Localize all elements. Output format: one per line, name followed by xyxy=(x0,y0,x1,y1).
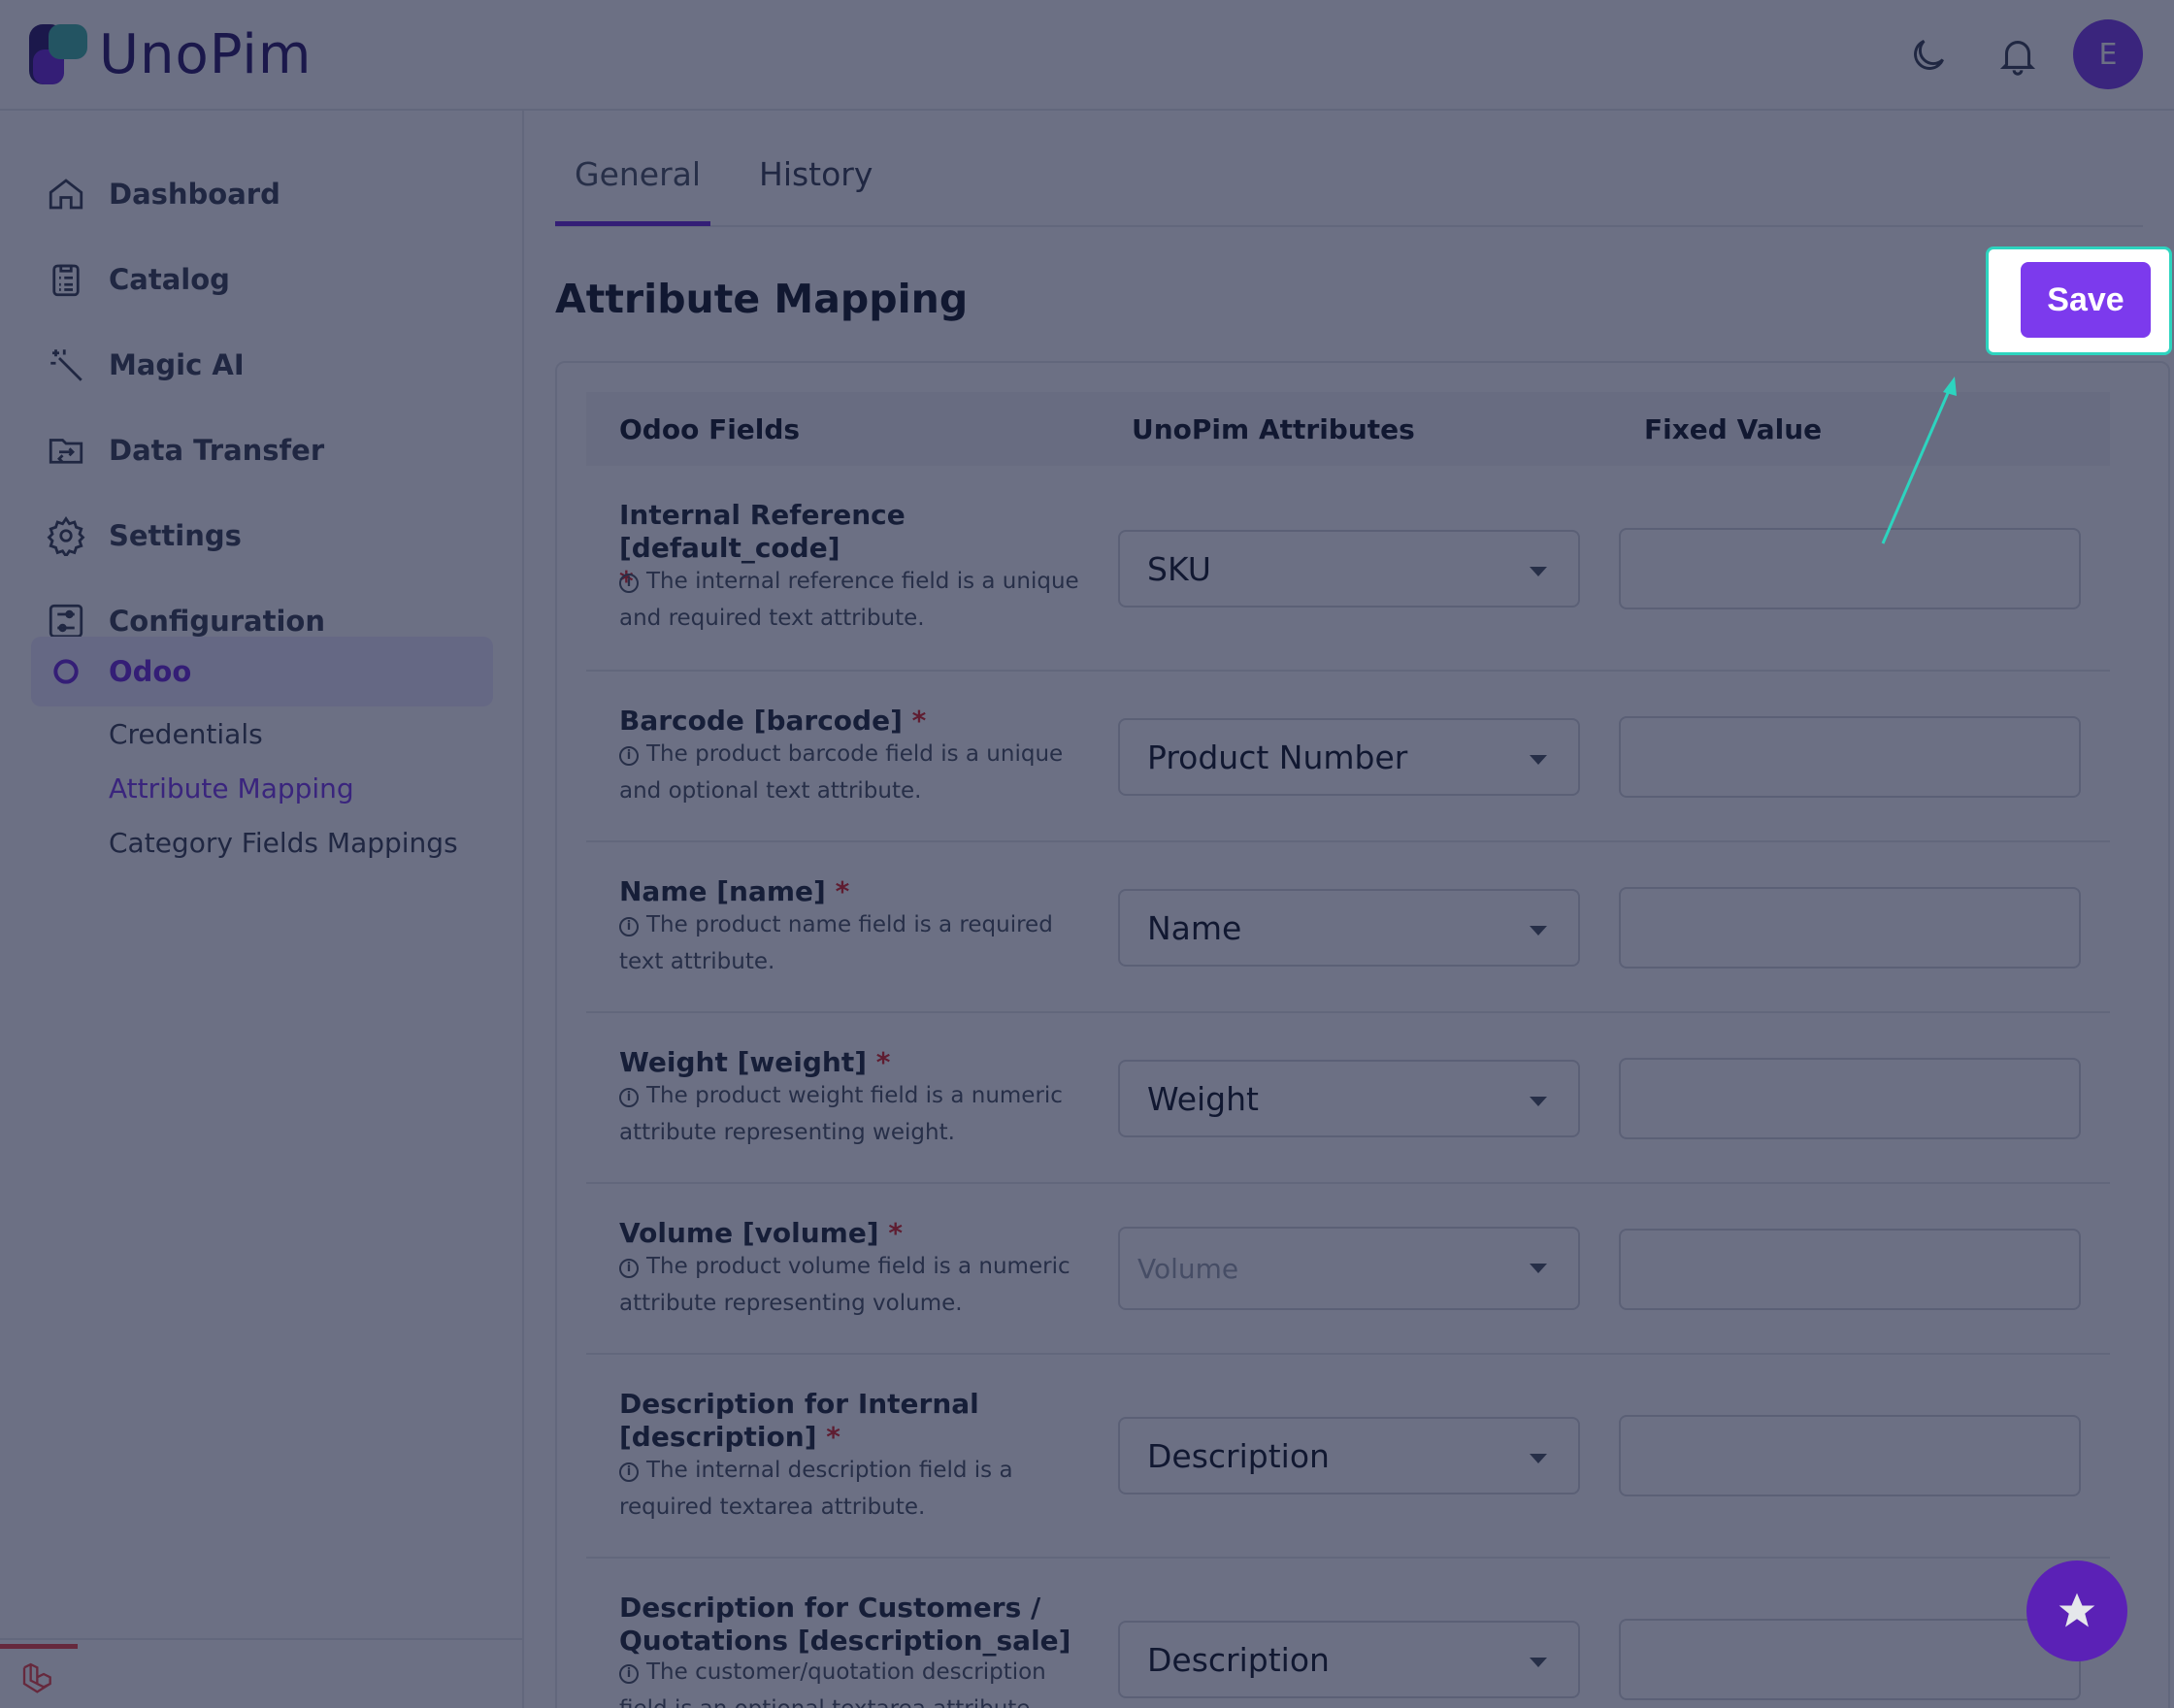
sidebar-item-data-transfer[interactable]: Data Transfer xyxy=(31,415,493,485)
chevron-down-icon xyxy=(1530,1097,1547,1106)
pointer-arrow-icon xyxy=(1881,377,1957,544)
star-icon xyxy=(2059,1593,2095,1627)
chevron-down-icon xyxy=(1530,1454,1547,1463)
header-odoo-fields: Odoo Fields xyxy=(619,413,801,445)
gear-icon xyxy=(43,512,89,559)
clipboard-icon xyxy=(43,256,89,303)
field-label: Volume [volume] * xyxy=(619,1217,904,1249)
fixed-value-input[interactable] xyxy=(1619,1058,2081,1139)
sidebar-subitem-attribute-mapping[interactable]: Attribute Mapping xyxy=(109,772,354,805)
save-button[interactable]: Save xyxy=(2021,262,2151,338)
info-icon: i xyxy=(619,1462,639,1482)
field-help: i The internal reference field is a uniqu… xyxy=(619,569,1079,631)
chevron-down-icon xyxy=(1530,1264,1547,1273)
field-help: i The product name field is a required te… xyxy=(619,912,1053,974)
chevron-down-icon xyxy=(1530,567,1547,576)
info-icon: i xyxy=(619,1259,639,1278)
logo-text: UnoPim xyxy=(99,23,313,86)
star-fab-button[interactable] xyxy=(2026,1560,2127,1661)
folder-transfer-icon xyxy=(43,427,89,474)
field-label: Name [name] * xyxy=(619,875,850,907)
sidebar-footer-divider xyxy=(0,1638,524,1640)
fixed-value-input[interactable] xyxy=(1619,1619,2081,1700)
user-avatar[interactable]: E xyxy=(2073,19,2143,89)
app-logo[interactable]: UnoPim xyxy=(29,23,312,86)
attribute-select[interactable]: Volume xyxy=(1118,1227,1580,1310)
active-tab-indicator xyxy=(555,221,710,226)
header-unopim-attributes: UnoPim Attributes xyxy=(1132,413,1415,445)
field-label: Description for Customers / Quotations [… xyxy=(619,1592,1071,1657)
bell-icon[interactable] xyxy=(1992,29,2044,82)
sidebar: Dashboard Catalog Magic AI Data Transfer… xyxy=(0,111,524,1708)
info-icon: i xyxy=(619,1664,639,1684)
magic-wand-icon xyxy=(43,342,89,388)
home-icon xyxy=(43,171,89,217)
table-row: Description for Customers / Quotations [… xyxy=(586,1559,2110,1708)
sidebar-item-label: Catalog xyxy=(109,263,230,296)
tab-general[interactable]: General xyxy=(575,155,701,193)
sidebar-item-settings[interactable]: Settings xyxy=(31,501,493,571)
sidebar-item-label: Configuration xyxy=(109,605,325,638)
moon-icon[interactable] xyxy=(1902,29,1955,82)
sidebar-item-odoo[interactable]: Odoo xyxy=(31,637,493,706)
sidebar-item-label: Settings xyxy=(109,519,242,552)
circle-icon xyxy=(43,648,89,695)
sidebar-item-label: Data Transfer xyxy=(109,434,325,467)
attribute-select[interactable]: Weight xyxy=(1118,1060,1580,1137)
table-row: Description for Internal [description] *… xyxy=(586,1355,2110,1559)
chevron-down-icon xyxy=(1530,755,1547,765)
sidebar-item-dashboard[interactable]: Dashboard xyxy=(31,159,493,229)
fixed-value-input[interactable] xyxy=(1619,1229,2081,1310)
attribute-select[interactable]: Product Number xyxy=(1118,718,1580,796)
fixed-value-input[interactable] xyxy=(1619,1415,2081,1496)
chevron-down-icon xyxy=(1530,926,1547,936)
attribute-select[interactable]: Name xyxy=(1118,889,1580,967)
sidebar-item-label: Dashboard xyxy=(109,178,280,211)
fixed-value-input[interactable] xyxy=(1619,528,2081,609)
logo-mark-icon xyxy=(29,23,89,86)
fixed-value-input[interactable] xyxy=(1619,716,2081,798)
sidebar-item-label: Magic AI xyxy=(109,348,245,381)
attribute-select[interactable]: SKU xyxy=(1118,530,1580,608)
table-row: Weight [weight] * i The product weight fi… xyxy=(586,1013,2110,1184)
field-help: i The product weight field is a numeric a… xyxy=(619,1083,1063,1145)
field-help: iThe customer/quotation description fiel… xyxy=(619,1654,1095,1708)
info-icon: i xyxy=(619,1088,639,1107)
fixed-value-input[interactable] xyxy=(1619,887,2081,969)
sidebar-item-catalog[interactable]: Catalog xyxy=(31,245,493,314)
table-row: Name [name] * i The product name field is… xyxy=(586,842,2110,1013)
field-help: i The product barcode field is a unique a… xyxy=(619,741,1064,804)
table-row: Barcode [barcode] * i The product barcode… xyxy=(586,672,2110,842)
tab-bar: General History xyxy=(555,146,2143,227)
attribute-select[interactable]: Description xyxy=(1118,1621,1580,1698)
field-label: Description for Internal [description] * xyxy=(619,1388,979,1453)
field-label: Weight [weight] * xyxy=(619,1046,891,1078)
field-help: i The internal description field is a req… xyxy=(619,1458,1013,1520)
top-header: UnoPim E xyxy=(0,0,2174,111)
sidebar-item-label: Odoo xyxy=(109,655,192,688)
field-label: Barcode [barcode] * xyxy=(619,705,927,737)
laravel-debugbar-icon[interactable] xyxy=(0,1644,78,1708)
table-row: Volume [volume] * i The product volume fi… xyxy=(586,1184,2110,1355)
tab-history[interactable]: History xyxy=(759,155,873,193)
field-help: i The product volume field is a numeric a… xyxy=(619,1254,1071,1316)
info-icon: i xyxy=(619,574,639,593)
sidebar-subitem-credentials[interactable]: Credentials xyxy=(109,718,263,750)
page-title: Attribute Mapping xyxy=(555,276,969,322)
sidebar-item-magic-ai[interactable]: Magic AI xyxy=(31,330,493,400)
header-fixed-value: Fixed Value xyxy=(1644,413,1823,445)
sidebar-subitem-category-fields-mappings[interactable]: Category Fields Mappings xyxy=(109,827,458,859)
info-icon: i xyxy=(619,917,639,936)
attribute-select[interactable]: Description xyxy=(1118,1417,1580,1494)
info-icon: i xyxy=(619,746,639,766)
chevron-down-icon xyxy=(1530,1658,1547,1667)
